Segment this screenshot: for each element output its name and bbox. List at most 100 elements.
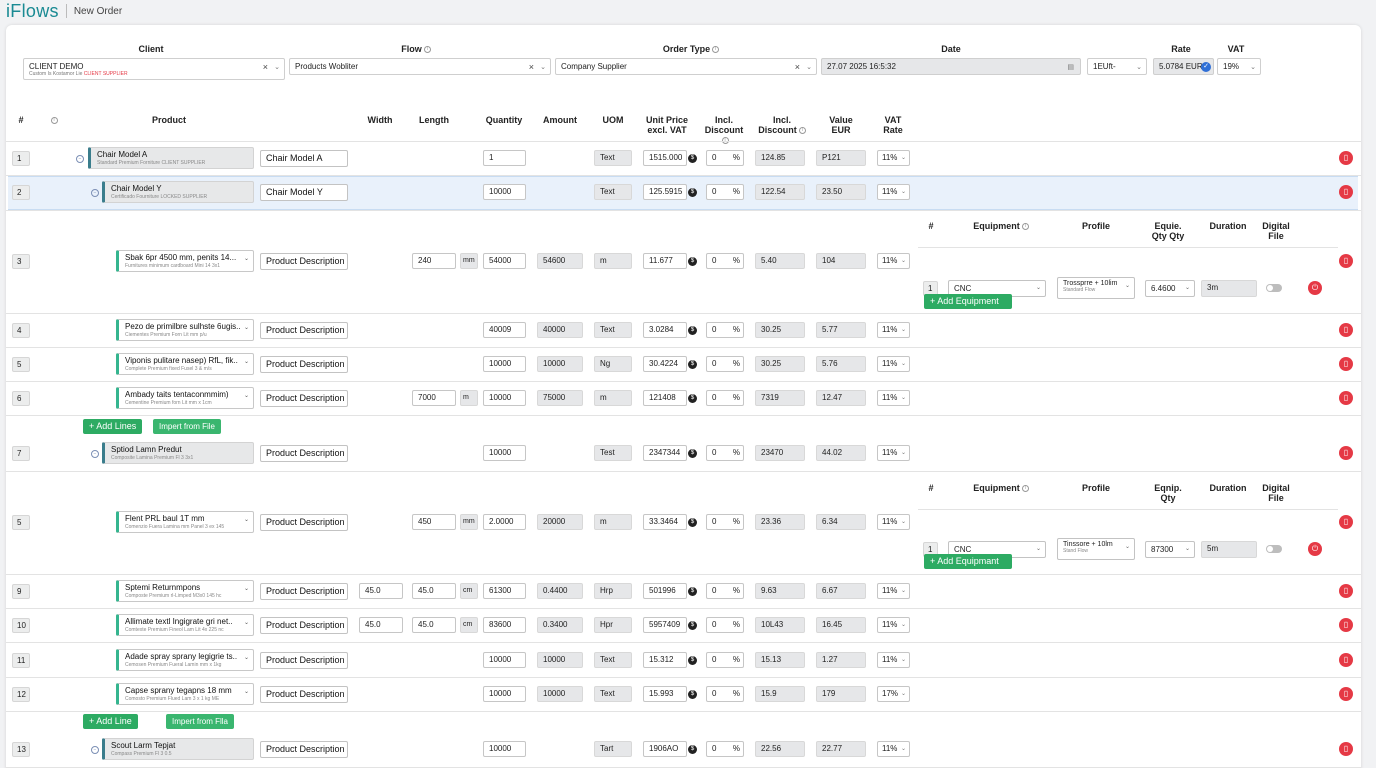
product-select[interactable]: Allimate textl Ingigrate gri net.. Comtex…: [116, 614, 254, 636]
trash-icon[interactable]: ▯: [1339, 357, 1353, 371]
order-type-select[interactable]: Company Supplier × ⌄: [555, 58, 817, 75]
trash-icon[interactable]: ▯: [1339, 254, 1353, 268]
length-input[interactable]: 240: [412, 253, 456, 269]
chevron-down-icon[interactable]: ⌄: [244, 392, 249, 399]
product-description[interactable]: Chair Model A: [260, 150, 348, 167]
product-description[interactable]: Product Description: [260, 514, 348, 531]
order-type-info-icon[interactable]: i: [712, 46, 720, 54]
flow-select[interactable]: Products Wobliter × ⌄: [289, 58, 551, 75]
chevron-down-icon[interactable]: ⌄: [244, 324, 249, 331]
unit-price-input[interactable]: 11.677: [643, 253, 687, 269]
unit-price-input[interactable]: 15.312: [643, 652, 687, 668]
clear-icon[interactable]: ×: [795, 62, 800, 72]
chevron-down-icon[interactable]: ⌄: [1136, 63, 1142, 71]
discount-input[interactable]: 0%: [706, 617, 744, 633]
discount-input[interactable]: 0%: [706, 686, 744, 702]
product-select[interactable]: Viponis pulitare nasep) RfL, fik.. Comple…: [116, 353, 254, 375]
product-select[interactable]: Capse sprany tegapns 18 mm Comosto Premiu…: [116, 683, 254, 705]
discount-input[interactable]: 0%: [706, 390, 744, 406]
add-lines-button[interactable]: + Add Lines: [83, 419, 143, 434]
product-select[interactable]: Chair Model A Standard Premium Forniture …: [88, 147, 254, 169]
discount-input[interactable]: 0%: [706, 583, 744, 599]
chevron-down-icon[interactable]: ⌄: [274, 63, 280, 71]
product-description[interactable]: Chair Model Y: [260, 184, 348, 201]
collapse-icon[interactable]: −: [91, 450, 99, 458]
trash-icon[interactable]: ▯: [1339, 584, 1353, 598]
unit-price-input[interactable]: 501996: [643, 583, 687, 599]
quantity-input[interactable]: 10000: [483, 652, 526, 668]
digital-file-toggle[interactable]: [1266, 284, 1282, 292]
product-description[interactable]: Product Description: [260, 583, 348, 600]
product-description[interactable]: Product Description: [260, 253, 348, 270]
vat-rate-select[interactable]: 11% ⌄: [877, 445, 910, 461]
vat-rate-select[interactable]: 11% ⌄: [877, 390, 910, 406]
trash-icon[interactable]: ▯: [1339, 391, 1353, 405]
width-input[interactable]: 45.0: [359, 583, 403, 599]
discount-input[interactable]: 0%: [706, 356, 744, 372]
vat-rate-select[interactable]: 17% ⌄: [877, 686, 910, 702]
quantity-input[interactable]: 61300: [483, 583, 526, 599]
unit-price-input[interactable]: 5957409: [643, 617, 687, 633]
product-select[interactable]: Sbak 6pr 4500 mm, penits 14... Furnitures…: [116, 250, 254, 272]
power-icon[interactable]: ⏻: [1308, 542, 1322, 556]
quantity-input[interactable]: 10000: [483, 741, 526, 757]
discount-input[interactable]: 0%: [706, 322, 744, 338]
product-description[interactable]: Product Description: [260, 445, 348, 462]
unit-price-input[interactable]: 15.993: [643, 686, 687, 702]
trash-icon[interactable]: ▯: [1339, 618, 1353, 632]
vat-rate-select[interactable]: 11% ⌄: [877, 184, 910, 200]
info-icon[interactable]: i: [1021, 223, 1029, 231]
length-input[interactable]: 45.0: [412, 583, 456, 599]
trash-icon[interactable]: ▯: [1339, 687, 1353, 701]
unit-price-input[interactable]: 1906AO: [643, 741, 687, 757]
check-icon[interactable]: ✓: [1201, 62, 1211, 72]
calendar-icon[interactable]: ▤: [1067, 63, 1074, 71]
product-description[interactable]: Product Description: [260, 617, 348, 634]
duration-field[interactable]: 3m: [1201, 280, 1257, 297]
discount-input[interactable]: 0%: [706, 150, 744, 166]
chevron-down-icon[interactable]: ⌄: [244, 255, 249, 262]
chevron-down-icon[interactable]: ⌄: [806, 63, 812, 71]
chevron-down-icon[interactable]: ⌄: [540, 63, 546, 71]
vat-rate-select[interactable]: 11% ⌄: [877, 617, 910, 633]
vat-rate-select[interactable]: 11% ⌄: [877, 652, 910, 668]
discount-input[interactable]: 0%: [706, 652, 744, 668]
unit-price-input[interactable]: 1515.000: [643, 150, 687, 166]
product-select[interactable]: Chair Model Y Certificado Fourniture LOCK…: [102, 181, 254, 203]
rate-field[interactable]: 5.0784 EUR ✓: [1153, 58, 1214, 75]
clear-icon[interactable]: ×: [529, 62, 534, 72]
vat-rate-select[interactable]: 11% ⌄: [877, 150, 910, 166]
length-input[interactable]: 45.0: [412, 617, 456, 633]
discount-input[interactable]: 0%: [706, 741, 744, 757]
discount-input[interactable]: 0%: [706, 184, 744, 200]
discount-input[interactable]: 0%: [706, 445, 744, 461]
add-equipment-button[interactable]: + Add Equipmant: [924, 554, 1012, 569]
trash-icon[interactable]: ▯: [1339, 515, 1353, 529]
info-icon[interactable]: i: [798, 127, 806, 135]
equip-qty-select[interactable]: 6.4600 ⌄: [1145, 280, 1195, 297]
vat-rate-select[interactable]: 11% ⌄: [877, 322, 910, 338]
date-field[interactable]: 27.07 2025 16:5:32 ▤: [821, 58, 1081, 75]
unit-price-input[interactable]: 2347344: [643, 445, 687, 461]
vat-rate-select[interactable]: 11% ⌄: [877, 514, 910, 530]
product-select[interactable]: Adade spray sprany legigrie ts.. Cemosen …: [116, 649, 254, 671]
chevron-down-icon[interactable]: ⌄: [244, 585, 249, 592]
quantity-input[interactable]: 10000: [483, 445, 526, 461]
vat-select[interactable]: 19% ⌄: [1217, 58, 1261, 75]
chevron-down-icon[interactable]: ⌄: [244, 619, 249, 626]
trash-icon[interactable]: ▯: [1339, 742, 1353, 756]
chevron-down-icon[interactable]: ⌄: [1250, 63, 1256, 71]
digital-file-toggle[interactable]: [1266, 545, 1282, 553]
quantity-input[interactable]: 2.0000: [483, 514, 526, 530]
product-select[interactable]: Sptemi Returnmpons Composte Premium rl-Li…: [116, 580, 254, 602]
quantity-input[interactable]: 40009: [483, 322, 526, 338]
clear-icon[interactable]: ×: [263, 62, 268, 72]
info-icon[interactable]: i: [1021, 485, 1029, 493]
import-file-button[interactable]: Impert from File: [153, 419, 222, 434]
quantity-input[interactable]: 10000: [483, 390, 526, 406]
discount-input[interactable]: 0%: [706, 253, 744, 269]
length-input[interactable]: 450: [412, 514, 456, 530]
vat-rate-select[interactable]: 11% ⌄: [877, 583, 910, 599]
flow-info-icon[interactable]: i: [423, 46, 431, 54]
chevron-down-icon[interactable]: ⌄: [244, 688, 249, 695]
